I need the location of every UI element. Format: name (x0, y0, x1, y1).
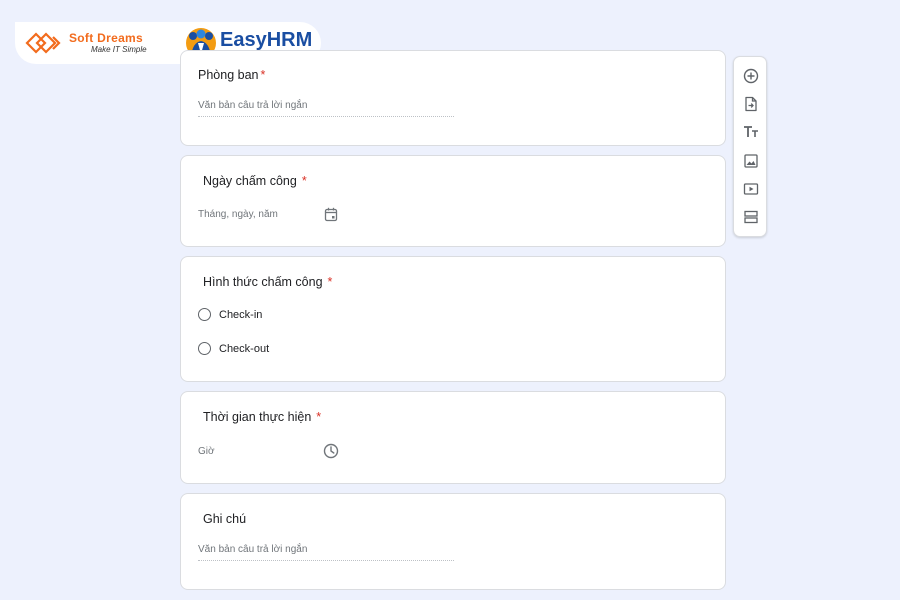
import-questions-icon (745, 96, 757, 112)
radio-option-check-out[interactable]: Check-out (198, 342, 269, 355)
radio-circle[interactable] (198, 342, 211, 355)
question-card-date: Ngày chấm công * Tháng, ngày, năm (180, 155, 726, 247)
add-image-icon (744, 154, 758, 168)
radio-label: Check-out (219, 342, 270, 355)
add-title-button[interactable] (742, 123, 760, 141)
short-answer-input[interactable]: Văn bản câu trả lời ngắn (198, 100, 454, 117)
add-title-icon (744, 126, 758, 137)
date-input[interactable]: Tháng, ngày, năm (198, 209, 278, 220)
add-video-button[interactable] (742, 180, 760, 198)
question-title: Hình thức chấm công * (203, 275, 332, 289)
radio-label: Check-in (219, 308, 263, 321)
question-title-text: Phòng ban (198, 68, 259, 82)
short-answer-input[interactable]: Văn bản câu trả lời ngắn (198, 544, 454, 561)
question-title-text: Ghi chú (203, 512, 247, 526)
question-title: Phòng ban * (198, 68, 265, 82)
calendar-icon[interactable] (324, 207, 338, 222)
add-section-icon (744, 210, 758, 224)
softdreams-name: Soft Dreams (69, 31, 143, 45)
question-card-time: Thời gian thực hiện * Giờ (180, 391, 726, 484)
question-title: Thời gian thực hiện * (203, 410, 321, 424)
question-title: Ghi chú (203, 512, 246, 526)
easyhrm-name: EasyHRM (220, 29, 313, 51)
question-title-text: Hình thức chấm công (203, 275, 323, 289)
add-question-button[interactable] (742, 67, 760, 85)
question-card-notes: Ghi chú Văn bản câu trả lời ngắn (180, 493, 726, 590)
add-image-button[interactable] (742, 152, 760, 170)
question-title: Ngày chấm công * (203, 174, 307, 188)
softdreams-logo-icon (25, 32, 61, 54)
form-toolbar (733, 56, 767, 237)
question-title-text: Ngày chấm công (203, 174, 297, 188)
add-section-button[interactable] (742, 208, 760, 226)
required-star: * (301, 174, 307, 188)
add-video-icon (743, 183, 759, 195)
import-questions-button[interactable] (742, 95, 760, 113)
required-star: * (327, 275, 333, 289)
add-question-icon (743, 68, 759, 84)
required-star: * (316, 410, 322, 424)
clock-icon[interactable] (323, 443, 339, 459)
question-title-text: Thời gian thực hiện (203, 410, 312, 424)
radio-circle[interactable] (198, 308, 211, 321)
question-card-attendance-type: Hình thức chấm công * Check-in Check-out (180, 256, 726, 382)
time-input[interactable]: Giờ (198, 446, 215, 457)
softdreams-tagline: Make IT Simple (91, 45, 147, 54)
question-card-department: Phòng ban * Văn bản câu trả lời ngắn (180, 50, 726, 146)
required-star: * (260, 68, 266, 82)
radio-option-check-in[interactable]: Check-in (198, 308, 262, 321)
